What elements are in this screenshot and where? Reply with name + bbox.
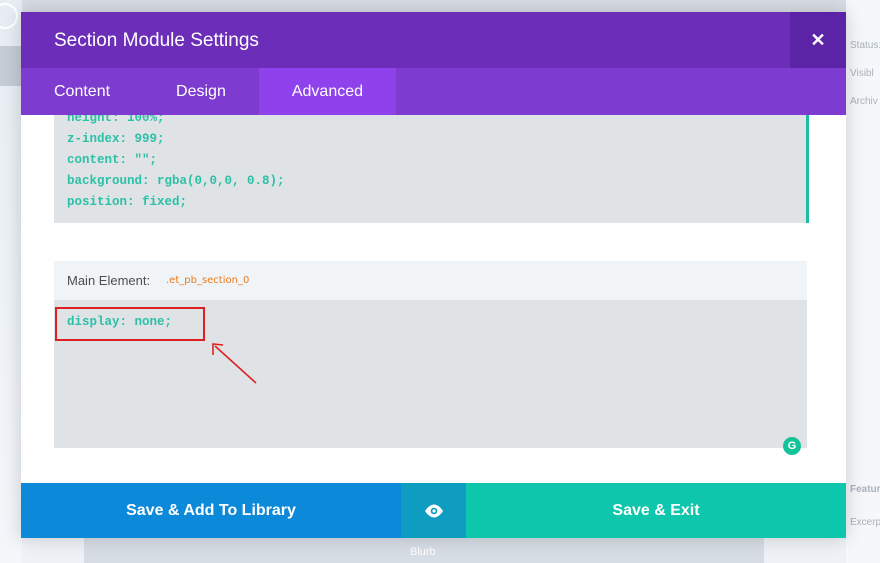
tab-content[interactable]: Content xyxy=(21,68,143,115)
main-element-label: Main Element: xyxy=(67,273,151,288)
preview-button[interactable] xyxy=(401,483,466,538)
code-line: height: 100%; xyxy=(67,115,165,125)
code-line: position: fixed; xyxy=(67,195,188,209)
code-line: content: ""; xyxy=(67,153,158,167)
module-label: Blurb xyxy=(410,546,436,558)
modal-header: Section Module Settings ✕ xyxy=(21,12,846,68)
right-sidebar xyxy=(846,0,880,563)
left-page-button xyxy=(0,46,22,86)
tab-advanced[interactable]: Advanced xyxy=(258,68,397,115)
main-element-header: Main Element: .et_pb_section_0 xyxy=(54,261,807,300)
save-add-library-button[interactable]: Save & Add To Library xyxy=(21,483,401,538)
modal-tabs: Content Design Advanced xyxy=(21,68,846,115)
grammarly-icon[interactable]: G xyxy=(783,437,801,455)
modal-body: height: 100%; z-index: 999; content: "";… xyxy=(21,115,846,483)
annotation-arrow-icon xyxy=(212,343,257,384)
featured-label: Featured xyxy=(850,484,880,495)
visibility-label: Visibl xyxy=(850,68,874,79)
section-settings-modal: Section Module Settings ✕ Content Design… xyxy=(21,12,846,538)
main-element-selector: .et_pb_section_0 xyxy=(166,275,250,286)
save-exit-button[interactable]: Save & Exit xyxy=(466,483,846,538)
before-css-editor[interactable]: height: 100%; z-index: 999; content: "";… xyxy=(54,115,809,223)
close-button[interactable]: ✕ xyxy=(790,12,846,68)
modal-title: Section Module Settings xyxy=(54,30,259,51)
tab-design[interactable]: Design xyxy=(143,68,259,115)
status-label: Status: xyxy=(850,40,880,51)
close-icon: ✕ xyxy=(810,30,826,50)
archive-label: Archiv xyxy=(850,96,878,107)
highlight-box xyxy=(55,307,205,341)
code-line: background: rgba(0,0,0, 0.8); xyxy=(67,174,285,188)
code-line: z-index: 999; xyxy=(67,132,165,146)
modal-footer: Save & Add To Library Save & Exit xyxy=(21,483,846,538)
excerpt-label: Excerpt xyxy=(850,517,880,528)
eye-icon xyxy=(424,504,443,517)
